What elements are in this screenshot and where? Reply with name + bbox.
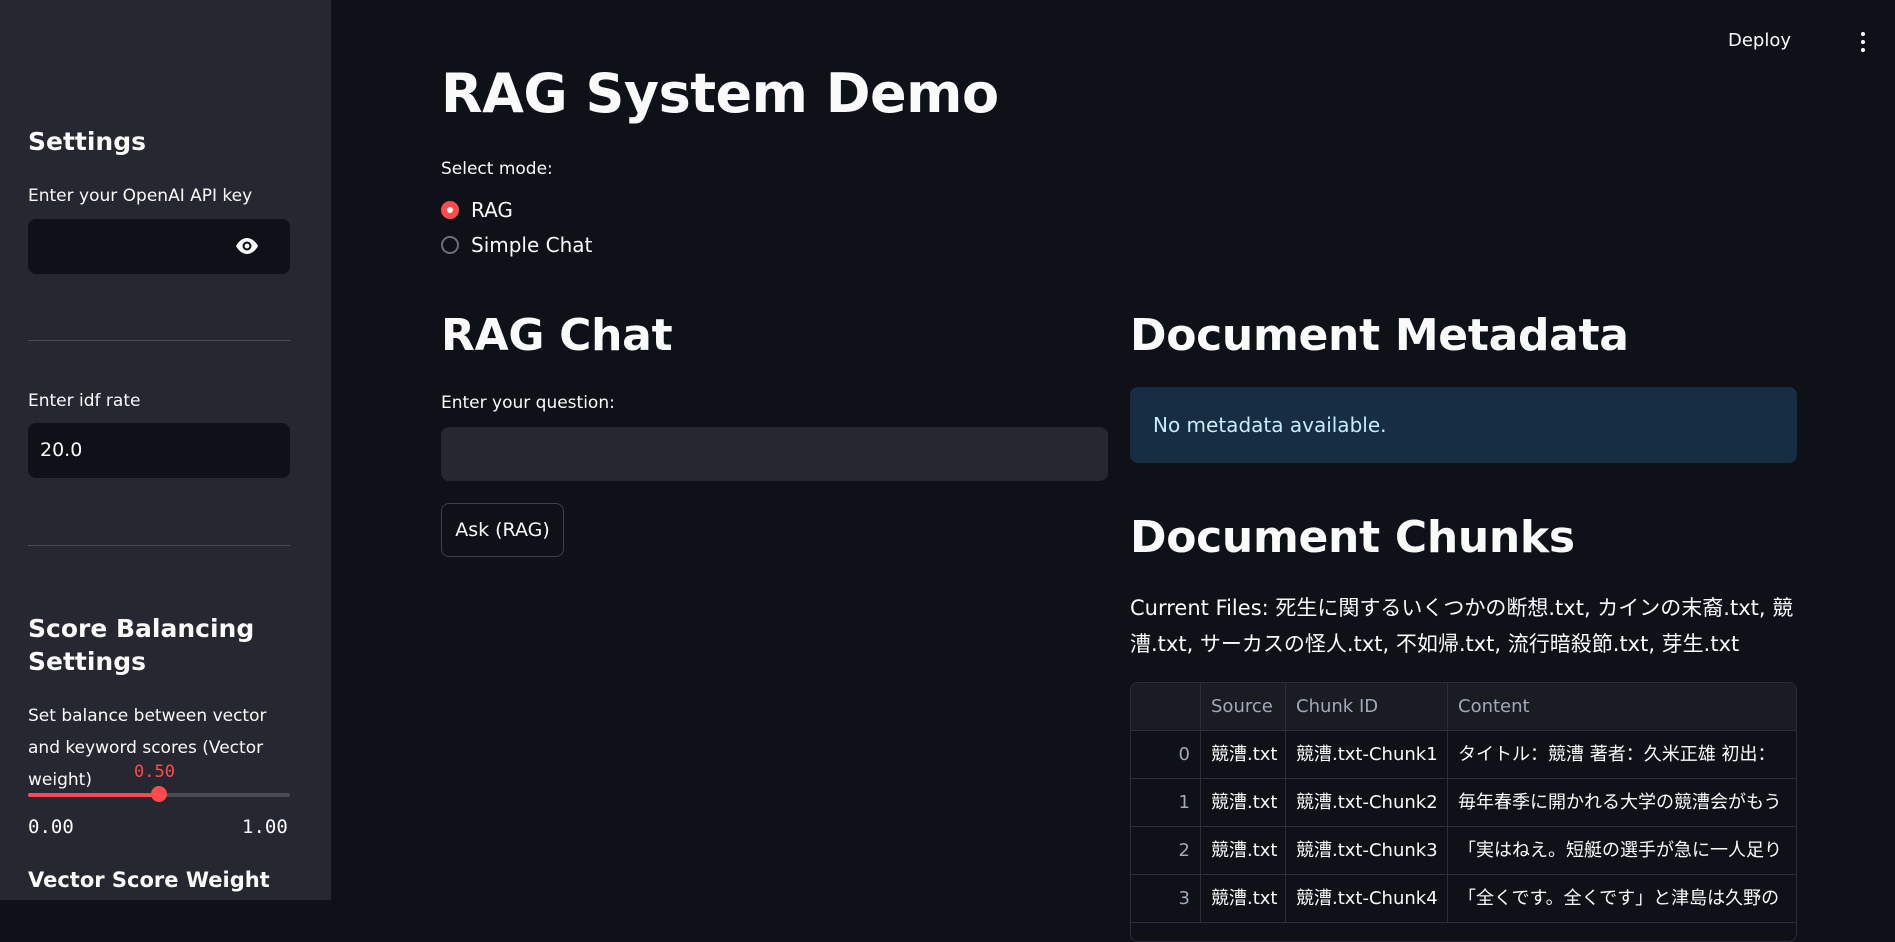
show-password-eye-icon[interactable] bbox=[234, 235, 260, 257]
row-index: 2 bbox=[1131, 827, 1201, 874]
idf-input[interactable]: 20.0 bbox=[28, 423, 290, 478]
cell-source[interactable]: 競漕.txt bbox=[1201, 731, 1286, 778]
table-row: 2 競漕.txt 競漕.txt-Chunk3 「実はねえ。短艇の選手が急に一人足… bbox=[1131, 827, 1796, 875]
kebab-menu-icon[interactable] bbox=[1859, 32, 1867, 54]
table-row: 3 競漕.txt 競漕.txt-Chunk4 「全くです。全くです」と津島は久野… bbox=[1131, 875, 1796, 923]
chunks-table[interactable]: Source Chunk ID Content 0 競漕.txt 競漕.txt-… bbox=[1130, 682, 1797, 942]
column-header-index[interactable] bbox=[1131, 683, 1201, 730]
cell-chunk-id[interactable]: 競漕.txt-Chunk1 bbox=[1286, 731, 1448, 778]
mode-radio-rag[interactable]: RAG bbox=[441, 198, 513, 222]
document-metadata-title: Document Metadata bbox=[1130, 310, 1629, 361]
mode-option-label: Simple Chat bbox=[471, 233, 593, 257]
sidebar: Settings Enter your OpenAI API key Enter… bbox=[0, 0, 331, 900]
cell-chunk-id[interactable]: 競漕.txt-Chunk2 bbox=[1286, 779, 1448, 826]
question-input[interactable] bbox=[441, 427, 1108, 481]
sidebar-divider bbox=[28, 545, 290, 546]
balance-slider-value: 0.50 bbox=[134, 762, 175, 782]
table-header-row: Source Chunk ID Content bbox=[1131, 683, 1796, 731]
column-header-content[interactable]: Content bbox=[1448, 683, 1796, 730]
table-row: 0 競漕.txt 競漕.txt-Chunk1 タイトル：競漕 著者：久米正雄 初… bbox=[1131, 731, 1796, 779]
row-index: 0 bbox=[1131, 731, 1201, 778]
rag-chat-title: RAG Chat bbox=[441, 310, 673, 361]
cell-chunk-id[interactable]: 競漕.txt-Chunk3 bbox=[1286, 827, 1448, 874]
cell-content[interactable]: 「実はねえ。短艇の選手が急に一人足り bbox=[1448, 827, 1796, 874]
score-balancing-title: Score Balancing Settings bbox=[28, 614, 255, 676]
mode-radio-simple-chat[interactable]: Simple Chat bbox=[441, 233, 592, 257]
idf-value: 20.0 bbox=[40, 439, 83, 461]
cell-content[interactable]: タイトル：競漕 著者：久米正雄 初出： bbox=[1448, 731, 1796, 778]
table-row: 1 競漕.txt 競漕.txt-Chunk2 毎年春季に開かれる大学の競漕会がも… bbox=[1131, 779, 1796, 827]
ask-rag-button[interactable]: Ask (RAG) bbox=[441, 503, 564, 557]
column-header-chunk-id[interactable]: Chunk ID bbox=[1286, 683, 1448, 730]
question-label: Enter your question: bbox=[441, 393, 615, 413]
cell-content[interactable]: 「全くです。全くです」と津島は久野の bbox=[1448, 875, 1796, 922]
page-title: RAG System Demo bbox=[441, 62, 999, 125]
cell-content[interactable]: 毎年春季に開かれる大学の競漕会がもう bbox=[1448, 779, 1796, 826]
mode-option-label: RAG bbox=[471, 198, 513, 222]
api-key-input[interactable] bbox=[28, 219, 290, 274]
idf-label: Enter idf rate bbox=[28, 391, 141, 411]
cell-source[interactable]: 競漕.txt bbox=[1201, 779, 1286, 826]
balance-slider-max: 1.00 bbox=[242, 816, 288, 838]
balance-slider[interactable] bbox=[28, 786, 290, 802]
mode-label: Select mode: bbox=[441, 159, 553, 179]
radio-unselected-icon bbox=[441, 236, 459, 254]
radio-selected-icon bbox=[441, 201, 459, 219]
column-header-source[interactable]: Source bbox=[1201, 683, 1286, 730]
vector-weight-title: Vector Score Weight bbox=[28, 868, 270, 892]
current-files-text: Current Files: 死生に関するいくつかの断想.txt, カインの末裔… bbox=[1130, 596, 1794, 656]
sidebar-divider bbox=[28, 340, 290, 341]
cell-chunk-id[interactable]: 競漕.txt-Chunk4 bbox=[1286, 875, 1448, 922]
balance-slider-thumb[interactable] bbox=[151, 786, 167, 802]
balance-slider-fill bbox=[28, 793, 159, 797]
row-index: 1 bbox=[1131, 779, 1201, 826]
balance-slider-min: 0.00 bbox=[28, 816, 74, 838]
cell-source[interactable]: 競漕.txt bbox=[1201, 827, 1286, 874]
api-key-label: Enter your OpenAI API key bbox=[28, 186, 253, 206]
sidebar-settings-title: Settings bbox=[28, 127, 147, 156]
deploy-button[interactable]: Deploy bbox=[1728, 30, 1791, 51]
cell-source[interactable]: 競漕.txt bbox=[1201, 875, 1286, 922]
row-index: 3 bbox=[1131, 875, 1201, 922]
document-chunks-title: Document Chunks bbox=[1130, 512, 1575, 563]
metadata-info-box: No metadata available. bbox=[1130, 387, 1797, 463]
